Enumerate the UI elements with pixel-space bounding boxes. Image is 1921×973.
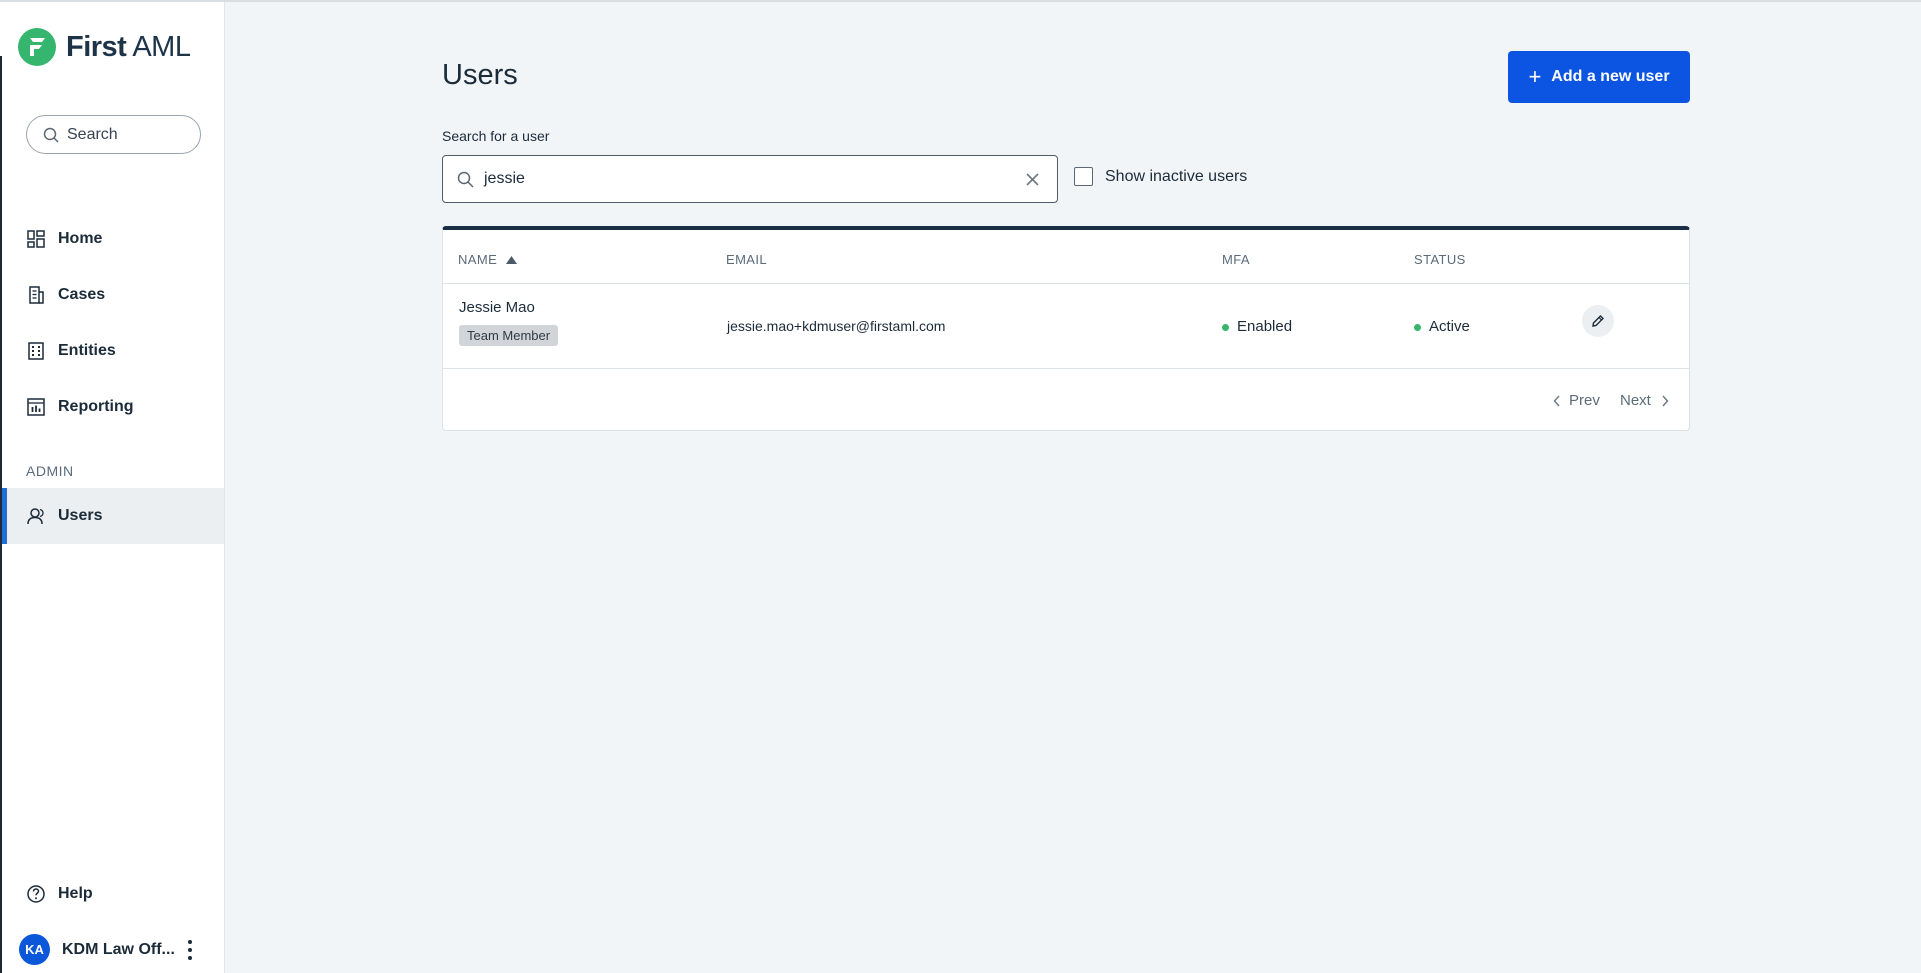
brand-logo[interactable]: First AML xyxy=(18,28,191,66)
role-badge: Team Member xyxy=(459,325,559,346)
cases-icon xyxy=(29,286,44,304)
account-switcher[interactable]: KA KDM Law Off... xyxy=(19,934,175,965)
show-inactive-checkbox[interactable] xyxy=(1074,167,1093,186)
show-inactive-label: Show inactive users xyxy=(1105,167,1248,185)
sidebar-item-cases[interactable]: Cases xyxy=(26,281,105,309)
kebab-menu-icon[interactable] xyxy=(186,938,194,962)
sidebar-item-label: Cases xyxy=(58,286,106,303)
sidebar-item-label: Help xyxy=(58,885,93,902)
column-header-status: STATUS xyxy=(1414,252,1466,267)
sidebar-item-help[interactable]: Help xyxy=(26,880,93,908)
chevron-left-icon xyxy=(1553,395,1560,406)
chevron-right-icon xyxy=(1662,395,1669,406)
user-name: Jessie Mao xyxy=(459,299,535,316)
add-user-button-label: Add a new user xyxy=(1551,68,1670,85)
sidebar: First AML Search Home Cases Entities Rep… xyxy=(0,2,225,973)
sidebar-item-label: Reporting xyxy=(58,398,134,415)
add-user-button[interactable]: + Add a new user xyxy=(1508,51,1690,103)
search-value: jessie xyxy=(484,170,525,187)
plus-icon: + xyxy=(1528,64,1542,89)
admin-section-label: ADMIN xyxy=(26,463,74,479)
search-label: Search for a user xyxy=(442,128,550,144)
prev-page-button[interactable]: Prev xyxy=(1553,392,1600,409)
column-header-name[interactable]: NAME xyxy=(458,252,518,267)
sidebar-item-home[interactable]: Home xyxy=(26,225,102,253)
user-search-input[interactable]: jessie xyxy=(442,155,1058,203)
sidebar-item-users[interactable]: Users xyxy=(26,502,102,530)
users-table: NAME EMAIL MFA STATUS Jessie Mao Team Me… xyxy=(442,226,1690,431)
status-dot xyxy=(1222,323,1229,331)
status-dot xyxy=(1414,323,1421,331)
row-divider xyxy=(443,368,1689,369)
page-title: Users xyxy=(442,59,518,91)
top-divider xyxy=(0,0,1921,2)
active-indicator xyxy=(2,488,7,544)
sidebar-item-label: Home xyxy=(58,230,103,247)
column-header-mfa: MFA xyxy=(1222,252,1250,267)
search-icon xyxy=(457,171,474,188)
pencil-icon xyxy=(1592,315,1604,327)
brand-name: First AML xyxy=(66,30,191,63)
sidebar-search-label: Search xyxy=(67,125,118,143)
edit-user-button[interactable] xyxy=(1582,305,1614,337)
avatar: KA xyxy=(19,934,50,965)
first-aml-logo-icon xyxy=(18,28,56,66)
users-icon xyxy=(27,508,44,525)
user-status: Active xyxy=(1414,318,1470,335)
clear-icon[interactable] xyxy=(1025,172,1040,187)
sidebar-search[interactable]: Search xyxy=(26,115,201,154)
window-edge xyxy=(0,56,2,973)
header-divider xyxy=(443,283,1689,284)
reporting-icon xyxy=(27,398,45,416)
column-header-email: EMAIL xyxy=(726,252,768,267)
entities-icon xyxy=(28,342,44,360)
sidebar-item-entities[interactable]: Entities xyxy=(26,337,116,365)
next-page-button[interactable]: Next xyxy=(1620,392,1669,409)
sidebar-item-reporting[interactable]: Reporting xyxy=(26,393,134,421)
search-icon xyxy=(43,127,59,143)
sort-ascending-icon xyxy=(506,256,518,264)
user-email: jessie.mao+kdmuser@firstaml.com xyxy=(727,318,946,334)
account-name: KDM Law Off... xyxy=(62,940,175,958)
help-icon xyxy=(27,885,45,903)
mfa-status: Enabled xyxy=(1222,318,1292,335)
sidebar-item-label: Entities xyxy=(58,342,116,359)
home-grid-icon xyxy=(27,230,45,248)
sidebar-item-label: Users xyxy=(58,507,103,524)
show-inactive-toggle[interactable]: Show inactive users xyxy=(1074,167,1247,186)
